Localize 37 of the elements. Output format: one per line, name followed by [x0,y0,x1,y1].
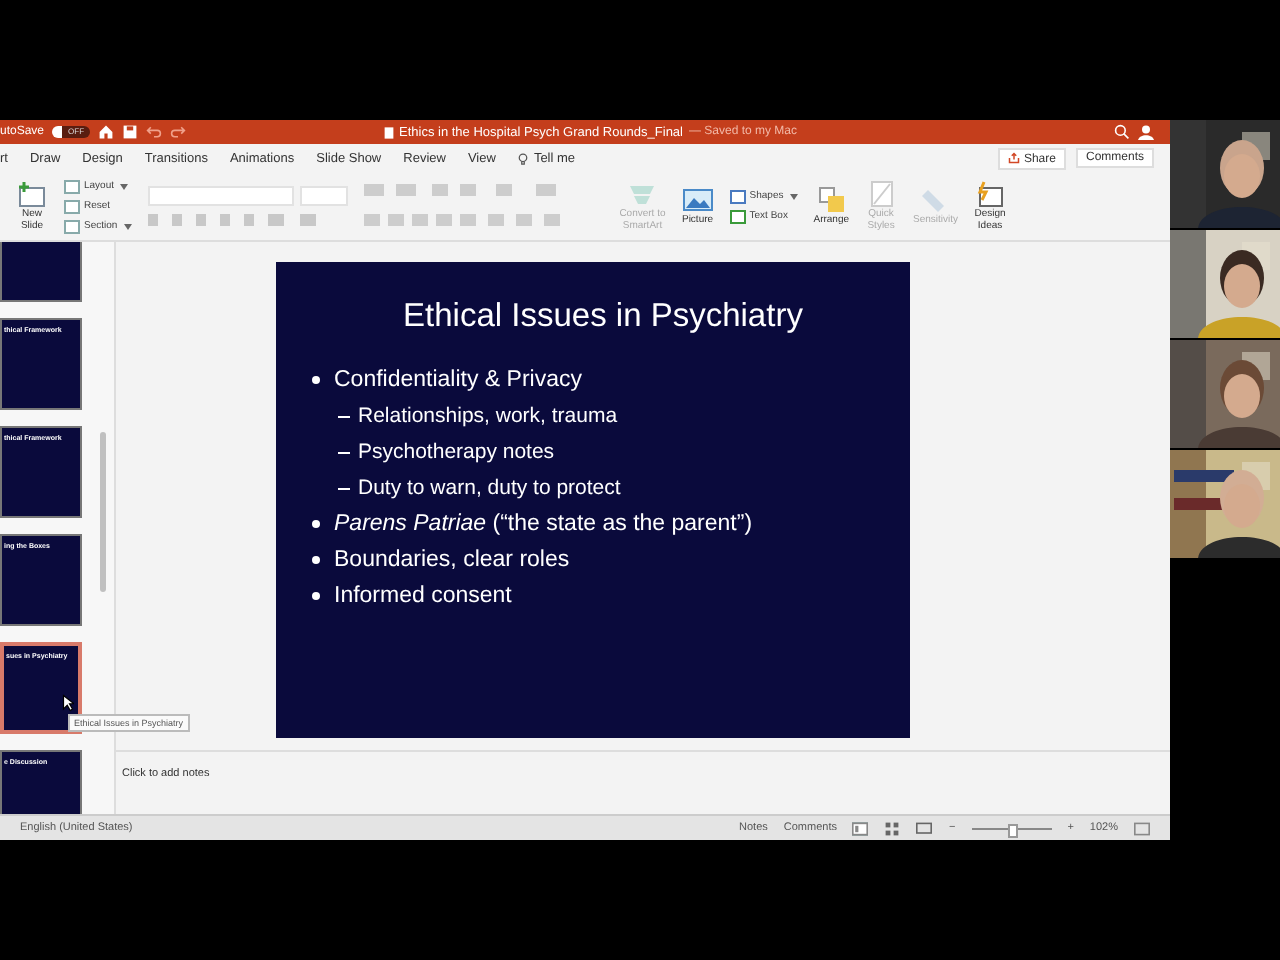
dash-icon [338,451,350,453]
bullet-icon [312,556,320,564]
bullet-icon [312,376,320,384]
slide-title: Ethical Issues in Psychiatry [401,298,805,336]
bullet-text: Psychotherapy notes [358,440,555,464]
quick-styles-icon [865,180,898,208]
slide[interactable] [276,262,910,738]
bullet-text: Relationships, work, trauma [358,404,618,428]
caret-icon [789,193,798,199]
cursor-icon [62,694,74,712]
dash-icon [338,487,350,489]
reading-view-icon[interactable] [916,821,933,835]
bullet-text: Informed consent [334,584,512,608]
redo-icon[interactable] [170,124,187,140]
bullet-text: Duty to warn, duty to protect [358,476,621,500]
document-icon [383,125,393,139]
caret-icon [123,223,132,229]
bullet-icon [312,520,320,528]
save-icon[interactable] [122,124,139,140]
bullet-icon [312,592,320,600]
dash-icon [338,415,350,417]
font-name-field[interactable] [147,185,294,205]
search-icon[interactable] [1114,124,1130,140]
home-icon[interactable] [98,124,115,140]
lightbulb-icon [517,151,528,165]
undo-icon[interactable] [146,124,163,140]
font-size-field[interactable] [299,185,348,205]
share-icon [1007,151,1020,163]
user-icon[interactable] [1138,124,1154,140]
bullet-text: Confidentiality & Privacy [334,368,582,392]
smartart-icon [626,180,659,208]
bullet-text: Parens Patriae (“the state as the parent”) [334,512,753,536]
grid-view-icon[interactable] [884,821,901,835]
bullet-text: Boundaries, clear roles [334,548,570,572]
normal-view-icon[interactable] [852,821,869,835]
fit-to-window-icon[interactable] [1134,821,1150,835]
caret-icon [120,183,129,189]
